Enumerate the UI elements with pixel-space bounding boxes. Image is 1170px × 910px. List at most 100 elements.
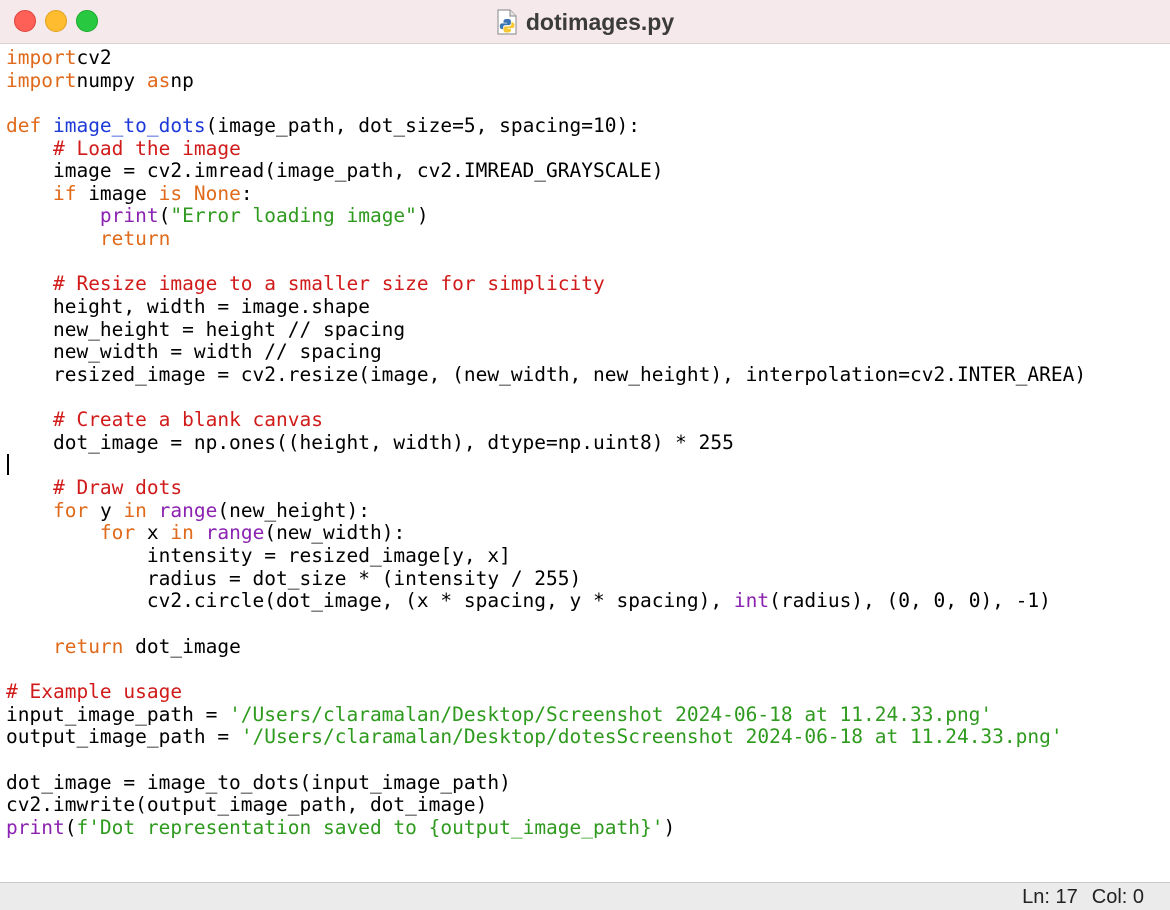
window-title: dotimages.py <box>525 8 675 35</box>
line-number: Ln: 17 <box>1022 886 1078 908</box>
code-line[interactable]: height, width = image.shape <box>6 295 1170 319</box>
code-token: (image_path, dot_size=5, spacing=10): <box>205 113 640 137</box>
code-line[interactable] <box>6 387 1170 410</box>
code-token: int <box>733 589 770 613</box>
code-line[interactable]: intensity = resized_image[y, x] <box>6 544 1170 568</box>
code-line[interactable]: cv2.imwrite(output_image_path, dot_image… <box>6 793 1170 817</box>
code-token: import <box>6 46 77 69</box>
code-line[interactable]: dot_image = np.ones((height, width), dty… <box>6 430 1170 455</box>
code-token: import <box>6 68 77 92</box>
code-line[interactable]: cv2.circle(dot_image, (x * spacing, y * … <box>6 590 1170 613</box>
code-line[interactable]: def image_to_dots(image_path, dot_size=5… <box>6 113 1170 138</box>
code-line[interactable]: resized_image = cv2.resize(image, (new_w… <box>6 362 1170 387</box>
code-line[interactable] <box>6 455 1170 478</box>
code-line[interactable]: print(f'Dot representation saved to {out… <box>6 815 1170 840</box>
code-token: # Example usage <box>6 679 183 703</box>
code-token: input_image_path = <box>6 702 230 726</box>
code-line[interactable]: input_image_path = '/Users/claramalan/De… <box>6 702 1170 727</box>
code-token: (new_width): <box>264 521 406 545</box>
code-token: dot_image = image_to_dots(input_image_pa… <box>6 770 511 794</box>
code-editor[interactable]: importcv2 importnumpy asnp def image_to_d… <box>0 44 1170 882</box>
code-token: : <box>240 181 253 205</box>
code-line[interactable]: return <box>6 227 1170 251</box>
code-line[interactable]: # Load the image <box>6 136 1170 161</box>
code-line[interactable]: new_height = height // spacing <box>6 318 1170 342</box>
code-line[interactable] <box>6 613 1170 636</box>
code-token: image_to_dots <box>52 113 206 137</box>
code-token: ) <box>416 204 429 228</box>
window-title-area: dotimages.py <box>0 0 1170 44</box>
code-line[interactable]: for x in range(new_width): <box>6 522 1170 545</box>
code-line[interactable]: new_width = width // spacing <box>6 341 1170 364</box>
code-line[interactable]: print("Error loading image") <box>6 205 1170 228</box>
code-line[interactable]: output_image_path = '/Users/claramalan/D… <box>6 725 1170 749</box>
code-token: range <box>205 521 265 545</box>
code-line[interactable] <box>6 658 1170 681</box>
code-line[interactable]: importcv2 <box>6 46 1170 70</box>
code-line[interactable]: image = cv2.imread(image_path, cv2.IMREA… <box>6 159 1170 183</box>
title-bar[interactable]: dotimages.py <box>0 0 1170 44</box>
code-token: np <box>170 68 194 92</box>
code-token: ) <box>663 815 676 839</box>
code-line[interactable] <box>6 92 1170 115</box>
code-token: (radius), (0, 0, 0), -1) <box>769 589 1051 613</box>
code-token: (new_height): <box>217 498 370 522</box>
editor-window: dotimages.py importcv2 importnumpy asnp d… <box>0 0 1170 910</box>
code-line[interactable]: dot_image = image_to_dots(input_image_pa… <box>6 770 1170 795</box>
code-token: # Resize image to a smaller size for sim… <box>52 272 605 296</box>
python-file-icon <box>497 9 517 35</box>
code-token: print <box>6 815 65 839</box>
code-token: return <box>99 227 171 251</box>
code-line[interactable]: radius = dot_size * (intensity / 255) <box>6 566 1170 591</box>
code-token: # Load the image <box>52 136 241 160</box>
code-line[interactable]: if image is None: <box>6 181 1170 206</box>
text-cursor <box>7 454 9 475</box>
code-line[interactable]: importnumpy asnp <box>6 68 1170 93</box>
code-token: dot_image <box>123 634 241 658</box>
code-token: dot_image = np.ones((height, width), dty… <box>6 430 734 454</box>
code-token: as <box>146 68 171 92</box>
code-token: in <box>170 521 206 545</box>
code-line[interactable]: for y in range(new_height): <box>6 498 1170 523</box>
code-token: x <box>135 521 171 545</box>
column-number: Col: 0 <box>1091 886 1144 908</box>
code-token: height, width = image.shape <box>6 295 370 319</box>
code-token: # Draw dots <box>52 476 183 500</box>
code-token: intensity = resized_image[y, x] <box>6 544 511 568</box>
code-token: ( <box>158 204 171 228</box>
code-token: image = cv2.imread(image_path, cv2.IMREA… <box>6 159 664 183</box>
code-token: in <box>123 498 159 522</box>
code-token: resized_image = cv2.resize(image, (new_w… <box>6 362 1087 386</box>
code-token: return <box>52 634 124 658</box>
code-token: "Error loading image" <box>170 204 417 228</box>
code-token: cv2.imwrite(output_image_path, dot_image… <box>6 793 488 817</box>
code-line[interactable] <box>6 749 1170 772</box>
code-line[interactable]: # Example usage <box>6 679 1170 704</box>
code-token: numpy <box>76 68 147 92</box>
cursor-position: Ln: 17 Col: 0 <box>1022 886 1144 909</box>
code-token: y <box>88 498 124 522</box>
code-token: range <box>158 498 218 522</box>
code-line[interactable]: # Create a blank canvas <box>6 408 1170 432</box>
code-line[interactable]: # Resize image to a smaller size for sim… <box>6 273 1170 296</box>
code-token: cv2.circle(dot_image, (x * spacing, y * … <box>6 589 734 613</box>
code-token: radius = dot_size * (intensity / 255) <box>6 566 582 590</box>
code-line[interactable]: return dot_image <box>6 634 1170 659</box>
code-text[interactable]: importcv2 importnumpy asnp def image_to_d… <box>0 44 1170 839</box>
code-token: ( <box>64 815 77 839</box>
code-token: '/Users/claramalan/Desktop/dotesScreensh… <box>240 725 1063 749</box>
code-token: new_width = width // spacing <box>6 340 382 364</box>
code-line[interactable]: # Draw dots <box>6 476 1170 500</box>
status-bar: Ln: 17 Col: 0 <box>0 882 1170 910</box>
code-token: image <box>76 181 159 205</box>
code-token: if <box>52 181 77 205</box>
code-line[interactable] <box>6 251 1170 274</box>
